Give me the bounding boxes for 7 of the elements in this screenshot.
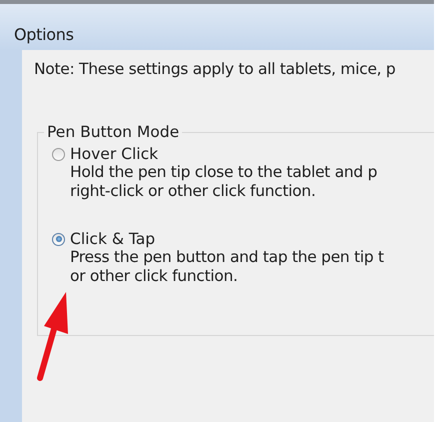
window-title: Options: [14, 25, 74, 44]
option-description: Press the pen button and tap the pen tip t or other click function.: [70, 248, 385, 286]
option-label[interactable]: Hover Click: [70, 145, 158, 163]
option-description: Hold the pen tip close to the tablet and p right-click or other click function.: [70, 163, 378, 201]
group-title: Pen Button Mode: [44, 124, 182, 140]
option-label[interactable]: Click & Tap: [70, 230, 156, 248]
note-text: Note: These settings apply to all tablets, mice, p: [34, 60, 396, 78]
